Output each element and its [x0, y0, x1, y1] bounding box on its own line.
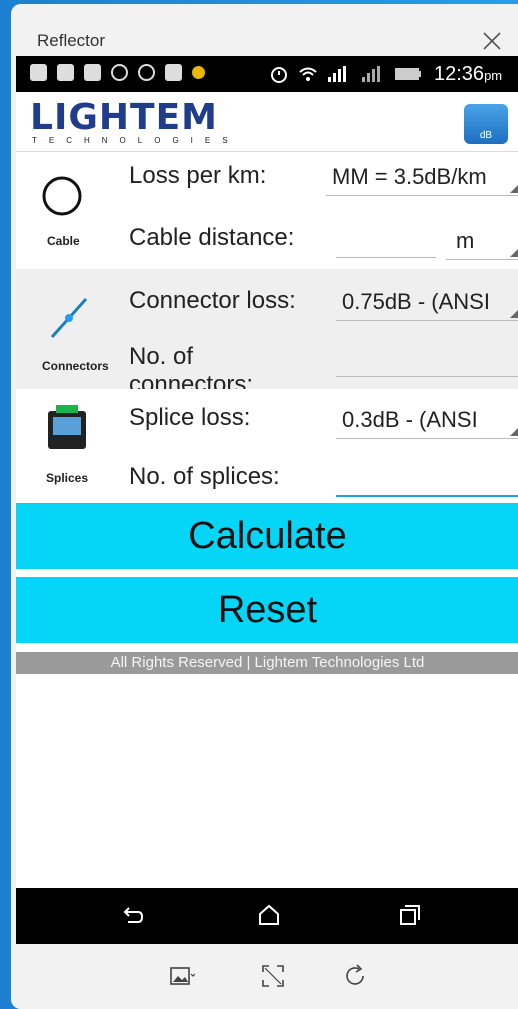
whatsapp-icon — [111, 64, 128, 81]
splicer-icon — [48, 405, 86, 449]
app-icon[interactable]: dB — [464, 104, 508, 144]
window-title: Reflector — [37, 31, 106, 50]
connector-count-input[interactable] — [336, 347, 518, 377]
connectors-section-label: Connectors — [42, 359, 109, 373]
recents-icon[interactable] — [396, 902, 422, 928]
dot-icon — [192, 66, 205, 79]
facebook-icon — [57, 64, 74, 81]
connector-count-label: No. of connectors: — [129, 343, 254, 389]
splices-section-label: Splices — [46, 471, 89, 485]
splice-count-input[interactable] — [336, 467, 518, 497]
connectors-section: Connectors Connector loss: 0.75dB - (ANS… — [16, 269, 518, 389]
rotate-icon[interactable] — [341, 962, 369, 990]
alarm-icon — [271, 67, 287, 83]
connector-loss-select[interactable]: 0.75dB - (ANSI — [336, 289, 518, 321]
cable-distance-input[interactable] — [336, 228, 436, 258]
connector-icon — [50, 297, 88, 339]
app-window: Reflector 12:36pm LIGHTEM TECHNOLOGIES d… — [11, 4, 518, 1009]
app-header: LIGHTEM TECHNOLOGIES dB — [16, 92, 518, 152]
splice-count-label: No. of splices: — [129, 463, 280, 490]
cable-icon — [42, 176, 82, 216]
battery-icon — [395, 68, 421, 80]
status-time: 12:36pm — [434, 63, 503, 85]
status-bar: 12:36pm — [16, 56, 518, 92]
crop-icon[interactable] — [167, 962, 195, 990]
system-icons — [268, 64, 422, 84]
phone-screen: 12:36pm LIGHTEM TECHNOLOGIES dB Cable Lo… — [16, 56, 518, 944]
splice-loss-label: Splice loss: — [129, 404, 251, 431]
cable-section: Cable Loss per km: MM = 3.5dB/km Cable d… — [16, 152, 518, 269]
signal-icon — [328, 66, 346, 82]
message-icon — [84, 64, 101, 81]
calculate-button[interactable]: Calculate — [16, 503, 518, 569]
expand-icon[interactable] — [259, 962, 287, 990]
loss-per-km-select[interactable]: MM = 3.5dB/km — [326, 164, 518, 196]
cable-section-label: Cable — [47, 234, 80, 248]
wifi-icon — [299, 67, 317, 81]
loss-per-km-label: Loss per km: — [129, 162, 267, 189]
reset-button[interactable]: Reset — [16, 577, 518, 643]
splice-loss-select[interactable]: 0.3dB - (ANSI — [336, 407, 518, 439]
android-nav-bar — [16, 888, 518, 944]
title-bar: Reflector — [11, 4, 518, 56]
notification-icon — [30, 64, 47, 81]
logo-subtitle: TECHNOLOGIES — [32, 136, 240, 145]
home-icon[interactable] — [256, 902, 282, 928]
window-toolbar — [11, 944, 518, 1009]
close-icon[interactable] — [481, 30, 503, 52]
distance-unit-select[interactable]: m — [446, 228, 518, 260]
chat-icon — [165, 64, 182, 81]
back-icon[interactable] — [120, 902, 146, 928]
logo: LIGHTEM — [30, 97, 218, 138]
signal-icon — [362, 66, 380, 82]
footer: All Rights Reserved | Lightem Technologi… — [16, 652, 518, 674]
whatsapp-icon — [138, 64, 155, 81]
splices-section: Splices Splice loss: 0.3dB - (ANSI No. o… — [16, 389, 518, 503]
cable-distance-label: Cable distance: — [129, 224, 295, 251]
notification-icons — [30, 64, 205, 81]
connector-loss-label: Connector loss: — [129, 287, 296, 314]
